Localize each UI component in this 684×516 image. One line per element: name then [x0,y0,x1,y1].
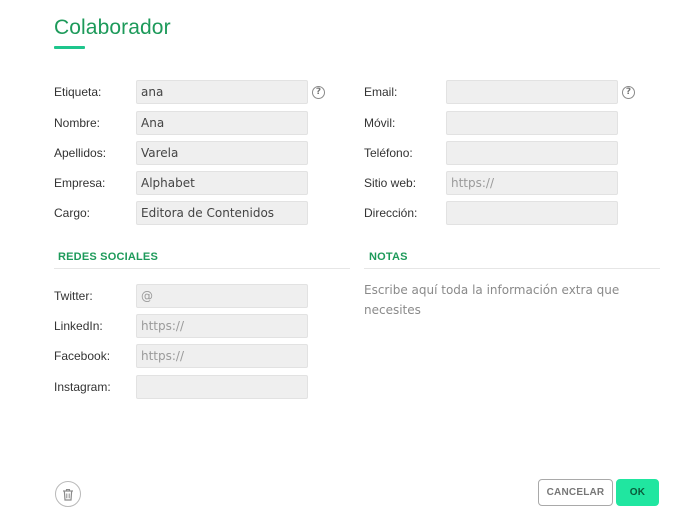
direccion-input[interactable] [446,201,618,225]
empresa-input[interactable] [136,171,308,195]
title-underline [54,46,85,49]
etiqueta-help-icon[interactable]: ? [312,86,325,99]
delete-button[interactable] [55,481,81,507]
telefono-input[interactable] [446,141,618,165]
linkedin-input[interactable] [136,314,308,338]
page-title: Colaborador [54,16,171,39]
notas-heading: NOTAS [369,251,408,263]
redes-sociales-heading: REDES SOCIALES [58,251,158,263]
label-etiqueta: Etiqueta: [54,85,102,99]
notes-textarea[interactable] [364,280,664,430]
redes-sociales-divider [54,268,350,269]
label-direccion: Dirección: [364,206,418,220]
apellidos-input[interactable] [136,141,308,165]
sitio-web-input[interactable] [446,171,618,195]
cargo-input[interactable] [136,201,308,225]
email-help-icon[interactable]: ? [622,86,635,99]
trash-icon [63,488,73,501]
email-input[interactable] [446,80,618,104]
label-movil: Móvil: [364,116,396,130]
label-nombre: Nombre: [54,116,101,130]
ok-button[interactable]: OK [616,479,659,506]
notas-divider [364,268,660,269]
twitter-input[interactable] [136,284,308,308]
etiqueta-input[interactable] [136,80,308,104]
facebook-input[interactable] [136,344,308,368]
label-email: Email: [364,85,398,99]
label-linkedin: LinkedIn: [54,319,103,333]
label-instagram: Instagram: [54,380,111,394]
nombre-input[interactable] [136,111,308,135]
label-twitter: Twitter: [54,289,93,303]
cancel-button[interactable]: CANCELAR [538,479,613,506]
instagram-input[interactable] [136,375,308,399]
label-empresa: Empresa: [54,176,106,190]
label-sitio-web: Sitio web: [364,176,417,190]
label-telefono: Teléfono: [364,146,413,160]
label-cargo: Cargo: [54,206,91,220]
label-apellidos: Apellidos: [54,146,107,160]
movil-input[interactable] [446,111,618,135]
label-facebook: Facebook: [54,349,111,363]
